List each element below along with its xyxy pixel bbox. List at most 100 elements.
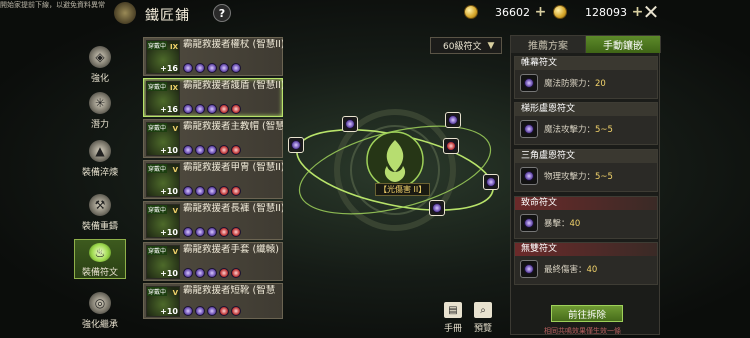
web-icon: ✳ bbox=[89, 92, 111, 114]
rune-card[interactable]: 帷幕符文 魔法防禦力：20 bbox=[514, 56, 658, 99]
rune-card[interactable]: 梯形盧恩符文 魔法攻擊力：5~5 bbox=[514, 102, 658, 145]
book-icon: ▤ bbox=[444, 302, 462, 318]
rune-stat: 最終傷害：40 bbox=[544, 263, 597, 275]
sidebar-item-refine[interactable]: ▲ 裝備淬煉 bbox=[72, 140, 128, 184]
resonance-footnote: 相同共鳴效果僅生效一條 bbox=[544, 327, 621, 335]
rune-slot-icon bbox=[219, 63, 229, 73]
rune-icon bbox=[520, 214, 538, 232]
close-icon[interactable]: ✕ bbox=[640, 2, 662, 24]
sidebar-item-label: 裝備符文 bbox=[81, 268, 118, 278]
rune-slots bbox=[183, 104, 241, 114]
rune-slot-icon bbox=[207, 63, 217, 73]
rune-slot-icon bbox=[207, 306, 217, 316]
manual-button[interactable]: ▤ 手冊 bbox=[437, 302, 469, 334]
rune-icon-gem bbox=[524, 264, 534, 274]
rune-node[interactable] bbox=[342, 116, 358, 132]
rune-slot-icon bbox=[231, 227, 241, 237]
rune-node[interactable] bbox=[483, 174, 499, 190]
rune-flame-icon: ♨ bbox=[89, 243, 111, 262]
rune-slot-icon bbox=[231, 145, 241, 155]
sidebar-item-label: 裝備重鑄 bbox=[81, 222, 118, 232]
rune-icon bbox=[520, 260, 538, 278]
rune-slot-icon bbox=[207, 227, 217, 237]
resonance-orbit bbox=[296, 109, 494, 231]
rune-slot-icon bbox=[195, 186, 205, 196]
rune-card[interactable]: 無雙符文 最終傷害：40 bbox=[514, 242, 658, 285]
rune-slot-icon bbox=[207, 104, 217, 114]
rune-node-icon bbox=[448, 115, 458, 125]
rune-level-select[interactable]: 60級符文 ▼ bbox=[430, 37, 502, 54]
equipment-name: 霸龍救援者主教帽 (智慧II) bbox=[183, 121, 283, 132]
rune-stat: 魔法防禦力：20 bbox=[544, 77, 606, 89]
help-button[interactable]: ? bbox=[213, 4, 231, 22]
rune-slots bbox=[183, 186, 241, 196]
grade-badge: IX bbox=[169, 84, 178, 92]
equipment-item[interactable]: 穿戴中 V +10 霸龍救援者長褲 (智慧II) bbox=[143, 201, 283, 240]
preview-label: 預覽 bbox=[473, 324, 492, 334]
go-remove-button[interactable]: 前往拆除 bbox=[551, 305, 623, 322]
equipment-name: 霸龍救援者甲冑 (智慧II) bbox=[183, 162, 283, 173]
rune-node[interactable] bbox=[429, 200, 445, 216]
sidebar-item-label: 裝備淬煉 bbox=[81, 168, 118, 178]
equipment-thumbnail: 穿戴中 V +10 bbox=[146, 204, 180, 238]
grade-badge: V bbox=[172, 289, 178, 297]
rune-node[interactable] bbox=[443, 138, 459, 154]
shield-icon: ◈ bbox=[89, 46, 111, 68]
rune-icon bbox=[520, 120, 538, 138]
enhance-level: +10 bbox=[160, 228, 178, 237]
blacksmith-screen: 開始家提前下線，以避免資料異常 鐵匠鋪 ? 36602 + 128093 + ✕… bbox=[0, 0, 750, 338]
rune-node-icon bbox=[432, 203, 442, 213]
equipment-thumbnail: 穿戴中 V +10 bbox=[146, 122, 180, 156]
equipped-tag: 穿戴中 bbox=[147, 287, 168, 296]
rune-level-select-value: 60級符文 bbox=[443, 42, 482, 52]
sidebar-item-enhance[interactable]: ◈ 強化 bbox=[72, 46, 128, 90]
rune-stat-value: 20 bbox=[595, 79, 606, 89]
sidebar-item-inherit[interactable]: ◎ 強化繼承 bbox=[72, 292, 128, 336]
rune-card[interactable]: 三角盧恩符文 物理攻擊力：5~5 bbox=[514, 149, 658, 192]
rune-stat-value: 40 bbox=[586, 265, 598, 275]
rune-card-title: 帷幕符文 bbox=[515, 57, 657, 70]
rune-stat-value: 5~5 bbox=[595, 172, 613, 182]
sidebar-item-label: 潛力 bbox=[90, 120, 109, 130]
rune-icon-gem bbox=[524, 218, 534, 228]
sidebar-item-reforge[interactable]: ⚒ 裝備重鑄 bbox=[72, 194, 128, 238]
rune-icon-gem bbox=[524, 171, 534, 181]
sidebar-item-potential[interactable]: ✳ 潛力 bbox=[72, 92, 128, 136]
rune-stat-label: 物理攻擊力： bbox=[544, 172, 596, 182]
equipment-name: 霸龍救援者護盾 (智慧II) bbox=[183, 80, 283, 91]
tab-recommended[interactable]: 推薦方案 bbox=[511, 36, 586, 53]
enhance-level: +10 bbox=[160, 146, 178, 155]
equipment-item[interactable]: 穿戴中 V +10 霸龍救援者主教帽 (智慧II) bbox=[143, 119, 283, 158]
rune-card[interactable]: 致命符文 暴擊：40 bbox=[514, 196, 658, 239]
equipment-thumbnail: 穿戴中 V +10 bbox=[146, 286, 180, 317]
equipment-item[interactable]: 穿戴中 IX +16 霸龍救援者權杖 (智慧II) bbox=[143, 37, 283, 76]
add-gold-button[interactable]: + bbox=[534, 5, 547, 19]
equipment-name: 霸龍救援者短靴 (智慧 bbox=[183, 285, 276, 296]
rune-stat-value: 40 bbox=[569, 219, 581, 229]
equipment-name: 霸龍救援者長褲 (智慧II) bbox=[183, 203, 283, 214]
rune-slot-icon bbox=[195, 268, 205, 278]
rune-slot-icon bbox=[231, 63, 241, 73]
equipment-item[interactable]: 穿戴中 V +10 霸龍救援者短靴 (智慧 bbox=[143, 283, 283, 319]
rune-icon bbox=[520, 74, 538, 92]
sidebar-item-rune[interactable]: ♨ 裝備符文 bbox=[74, 239, 126, 279]
rune-slot-icon bbox=[183, 268, 193, 278]
equipped-tag: 穿戴中 bbox=[147, 164, 168, 173]
rune-node[interactable] bbox=[445, 112, 461, 128]
rune-slot-icon bbox=[219, 186, 229, 196]
preview-button[interactable]: ⌕ 預覽 bbox=[467, 302, 499, 334]
rune-slot-icon bbox=[207, 145, 217, 155]
enhance-level: +10 bbox=[160, 269, 178, 278]
equipment-item[interactable]: 穿戴中 V +10 霸龍救援者甲冑 (智慧II) bbox=[143, 160, 283, 199]
gold-coin-icon bbox=[464, 5, 478, 19]
rune-stat-value: 5~5 bbox=[595, 125, 613, 135]
rune-stat-label: 魔法防禦力： bbox=[544, 79, 596, 89]
rune-slot-icon bbox=[183, 306, 193, 316]
rune-slot-icon bbox=[231, 268, 241, 278]
silver-amount: 128093 bbox=[585, 5, 627, 19]
rune-stat-label: 暴擊： bbox=[544, 219, 570, 229]
tab-manual-inlay[interactable]: 手動鑲嵌 bbox=[586, 36, 661, 53]
equipment-item-selected[interactable]: 穿戴中 IX +16 霸龍救援者護盾 (智慧II) bbox=[143, 78, 283, 117]
equipment-item[interactable]: 穿戴中 V +10 霸龍救援者手套 (纖轅) bbox=[143, 242, 283, 281]
rune-node[interactable] bbox=[288, 137, 304, 153]
